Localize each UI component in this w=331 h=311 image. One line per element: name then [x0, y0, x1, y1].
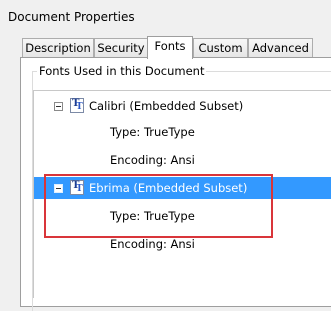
- tab-custom[interactable]: Custom: [193, 38, 248, 57]
- tab-advanced[interactable]: Advanced: [248, 38, 313, 57]
- title-bar: Document Properties: [0, 0, 331, 30]
- tab-strip: Description Security Fonts Custom Advanc…: [20, 36, 331, 59]
- tree-leaf-calibri-type[interactable]: Type: TrueType: [34, 121, 331, 143]
- font-type-calibri: Type: TrueType: [110, 125, 195, 139]
- tab-description[interactable]: Description: [22, 38, 94, 57]
- highlight-box: [44, 174, 273, 238]
- truetype-font-icon: TT: [70, 98, 84, 113]
- font-name-calibri: Calibri (Embedded Subset): [89, 99, 244, 113]
- font-encoding-ebrima: Encoding: Ansi: [110, 237, 195, 251]
- tab-fonts[interactable]: Fonts: [147, 36, 193, 59]
- tree-leaf-calibri-encoding[interactable]: Encoding: Ansi: [34, 149, 331, 171]
- tab-security[interactable]: Security: [94, 38, 148, 57]
- window-title: Document Properties: [8, 10, 135, 24]
- collapse-icon[interactable]: [54, 102, 63, 111]
- fonts-group-label: Fonts Used in this Document: [37, 64, 207, 78]
- font-encoding-calibri: Encoding: Ansi: [110, 153, 195, 167]
- tree-node-calibri[interactable]: TT Calibri (Embedded Subset): [34, 95, 331, 117]
